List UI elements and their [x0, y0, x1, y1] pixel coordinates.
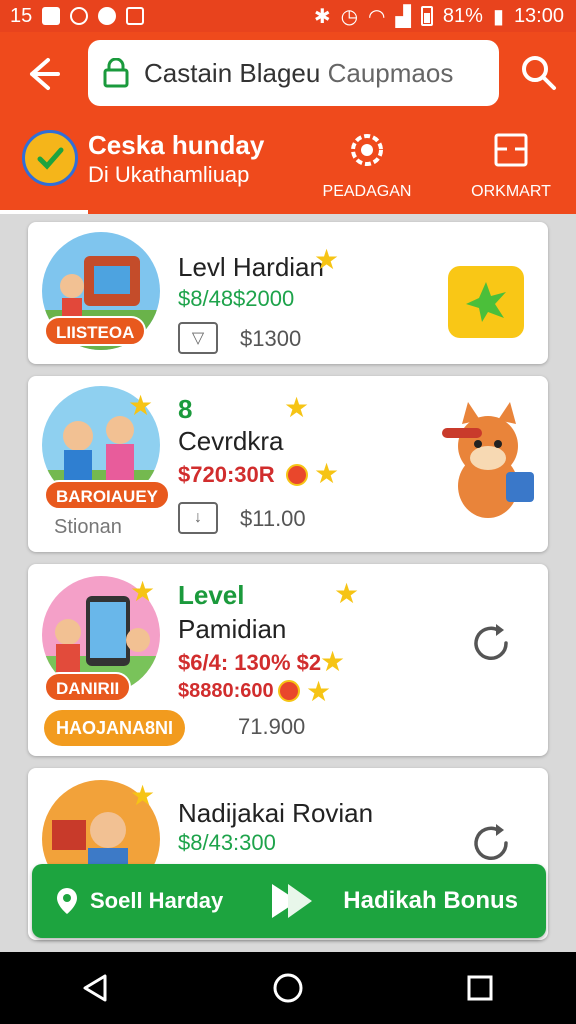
nav-home-button[interactable]: [264, 964, 312, 1012]
play-arrow-icon: [272, 884, 312, 918]
location-pin-icon: [57, 888, 77, 914]
coin-icon: [278, 680, 300, 702]
offer-title: Levl Hardian: [178, 252, 324, 282]
status-bar: 15 ✱ ◷ ◠ ▟ 81% ▮ 13:00: [0, 0, 576, 32]
check-badge-icon: [22, 130, 78, 186]
tab-radar[interactable]: PEADAGAN: [312, 132, 422, 201]
image-icon: [42, 7, 61, 25]
search-input[interactable]: Castain Blageu Caupmaos: [88, 40, 499, 106]
tab-active-subtitle: Di Ukathamliuap: [88, 162, 250, 187]
download-box-icon: ↓: [178, 502, 218, 534]
nav-recents-button[interactable]: [456, 964, 504, 1012]
location-icon: [98, 7, 117, 25]
star-icon: ★: [320, 646, 346, 677]
offer-thumbnail-label: DANIRII: [44, 672, 132, 702]
sparkle-icon: [466, 282, 506, 322]
offer-amount-secondary: $8880:600: [178, 680, 274, 702]
claim-button[interactable]: [448, 266, 524, 338]
offer-title: Nadijakai Rovian: [178, 798, 374, 828]
offer-tag: HAOJANA8NI: [44, 710, 186, 746]
bonus-right-label[interactable]: Hadikah Bonus: [343, 864, 518, 938]
offer-price: $1300: [240, 326, 302, 351]
system-nav-bar: [0, 952, 576, 1024]
bonus-left-button[interactable]: Soell Harday: [54, 864, 223, 938]
offer-title: Pamidian: [178, 614, 287, 644]
battery-percent: 81%: [442, 4, 483, 27]
star-icon: ★: [314, 244, 340, 275]
store-icon: [494, 133, 528, 167]
battery-icon: [420, 6, 433, 26]
offer-card[interactable]: ★ BAROIAUEY Stionan 8 ★ Cevrdkra $720:30…: [28, 376, 548, 552]
status-number: 15: [10, 4, 33, 27]
offer-sub-label: Stionan: [54, 516, 122, 538]
camera-icon: [126, 7, 145, 25]
refresh-icon[interactable]: [468, 820, 514, 866]
app-header: Castain Blageu Caupmaos Ceska hunday Di …: [0, 32, 576, 214]
offer-thumbnail-label: BAROIAUEY: [44, 480, 171, 510]
tab-orkmart[interactable]: ORKMART: [456, 132, 566, 201]
tab-active[interactable]: Ceska hunday Di Ukathamliuap: [22, 130, 264, 190]
offer-amount: $8/43:300: [178, 830, 276, 855]
wifi-icon: ◠: [368, 5, 386, 28]
tab-radar-label: PEADAGAN: [322, 183, 412, 200]
clock: 13:00: [513, 4, 564, 27]
square-recents-icon: [467, 975, 493, 1001]
circle-home-icon: [273, 973, 303, 1003]
star-icon: ★: [314, 458, 340, 489]
tab-orkmart-label: ORKMART: [471, 183, 551, 200]
offer-card[interactable]: LIISTEOA Levl Hardian ★ $8/48$2000 ▽ $13…: [28, 222, 548, 364]
offer-thumbnail-label: LIISTEOA: [44, 316, 147, 346]
search-icon[interactable]: [518, 52, 558, 92]
tab-bar: Ceska hunday Di Ukathamliuap PEADAGAN OR…: [0, 124, 576, 214]
back-arrow-icon[interactable]: [18, 52, 62, 96]
offer-level: 8: [178, 394, 193, 424]
star-icon: ★: [130, 576, 156, 607]
offer-title: Cevrdkra: [178, 426, 284, 456]
nav-back-button[interactable]: [72, 964, 120, 1012]
fox-mascot-icon: [442, 402, 534, 518]
radar-icon: [351, 134, 383, 166]
lock-icon: [103, 58, 129, 88]
bonus-left-label: Soell Harday: [90, 888, 224, 913]
offer-amount: $8/48$2000: [178, 286, 295, 311]
offer-amount: $720:30R: [178, 462, 275, 487]
star-icon: ★: [284, 392, 310, 423]
offer-price: 71.900: [238, 714, 306, 739]
battery-icon: ▮: [492, 5, 504, 28]
tab-indicator: [0, 210, 88, 214]
offer-price: $11.00: [240, 506, 306, 531]
search-value: Castain Blageu: [144, 57, 321, 88]
signal-icon: ▟: [395, 5, 411, 28]
star-icon: ★: [334, 578, 360, 609]
coin-icon: [286, 464, 308, 486]
tab-active-title: Ceska hunday: [88, 130, 265, 160]
offer-amount: $6/4: 130% $2: [178, 650, 322, 675]
alarm-icon: ◷: [340, 5, 359, 28]
triangle-back-icon: [83, 974, 107, 1002]
star-icon: ★: [128, 390, 154, 421]
bonus-bar[interactable]: Soell Harday Hadikah Bonus: [32, 864, 546, 938]
offer-card[interactable]: ★ DANIRII HAOJANA8NI Level ★ Pamidian $6…: [28, 564, 548, 756]
star-icon: ★: [306, 676, 332, 707]
offer-level: Level: [178, 580, 245, 610]
refresh-icon[interactable]: [468, 620, 514, 666]
search-placeholder: Caupmaos: [327, 57, 454, 88]
bluetooth-icon: ✱: [313, 5, 331, 28]
gift-box-icon: ▽: [178, 322, 218, 354]
star-icon: ★: [130, 780, 156, 811]
globe-icon: [70, 7, 89, 25]
